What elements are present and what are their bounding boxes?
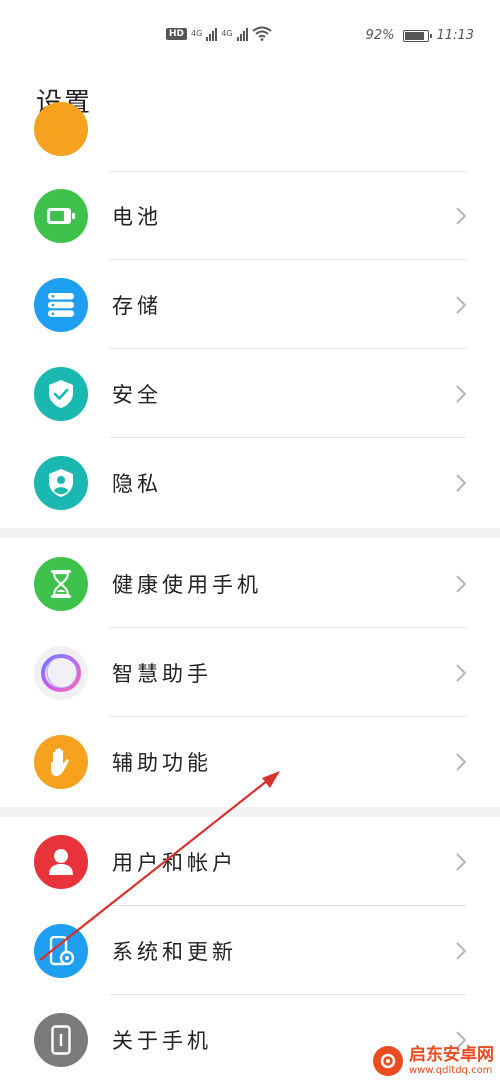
chevron-right-icon (456, 575, 466, 593)
settings-item-accessibility[interactable]: 辅助功能 (0, 718, 500, 806)
assistant-ring-icon (34, 646, 88, 700)
chevron-right-icon (456, 296, 466, 314)
watermark: 启东安卓网 www.qdltdq.com (373, 1046, 494, 1076)
settings-item-label: 系统和更新 (112, 940, 237, 964)
phone-info-icon (34, 1013, 88, 1067)
settings-item-label: 电池 (112, 205, 162, 229)
watermark-title: 启东安卓网 (409, 1045, 494, 1066)
chevron-right-icon (456, 207, 466, 225)
settings-item-privacy[interactable]: 隐私 (0, 439, 500, 527)
chevron-right-icon (456, 385, 466, 403)
divider (110, 259, 466, 260)
watermark-url: www.qdltdq.com (409, 1064, 493, 1076)
chevron-right-icon (456, 753, 466, 771)
settings-item-label: 用户和帐户 (112, 851, 237, 875)
settings-item-users-accounts[interactable]: 用户和帐户 (0, 818, 500, 906)
settings-item-label: 智慧助手 (112, 662, 212, 686)
chevron-right-icon (456, 474, 466, 492)
settings-item-label: 隐私 (112, 472, 162, 496)
settings-item-system-update[interactable]: 系统和更新 (0, 907, 500, 995)
settings-item-security[interactable]: 安全 (0, 350, 500, 438)
user-icon (34, 835, 88, 889)
settings-item-label: 辅助功能 (112, 751, 212, 775)
settings-item-storage[interactable]: 存储 (0, 261, 500, 349)
battery-icon (34, 189, 88, 243)
group-separator (0, 528, 500, 538)
settings-item-label: 健康使用手机 (112, 573, 262, 597)
chevron-right-icon (456, 942, 466, 960)
settings-item-label: 安全 (112, 383, 162, 407)
storage-icon (34, 278, 88, 332)
divider (110, 905, 466, 906)
shield-check-icon (34, 367, 88, 421)
hourglass-icon (34, 557, 88, 611)
divider (110, 348, 466, 349)
settings-item-digital-balance[interactable]: 健康使用手机 (0, 540, 500, 628)
divider (110, 627, 466, 628)
divider (110, 437, 466, 438)
privacy-icon (34, 456, 88, 510)
hand-icon (34, 735, 88, 789)
settings-item-label: 关于手机 (112, 1029, 212, 1053)
settings-item-battery[interactable]: 电池 (0, 172, 500, 260)
group-separator (0, 807, 500, 817)
system-update-icon (34, 924, 88, 978)
divider (110, 716, 466, 717)
chevron-right-icon (456, 664, 466, 682)
watermark-logo-icon (373, 1046, 403, 1076)
divider (110, 994, 466, 995)
settings-item-assistant[interactable]: 智慧助手 (0, 629, 500, 717)
chevron-right-icon (456, 853, 466, 871)
settings-item-label: 存储 (112, 294, 162, 318)
